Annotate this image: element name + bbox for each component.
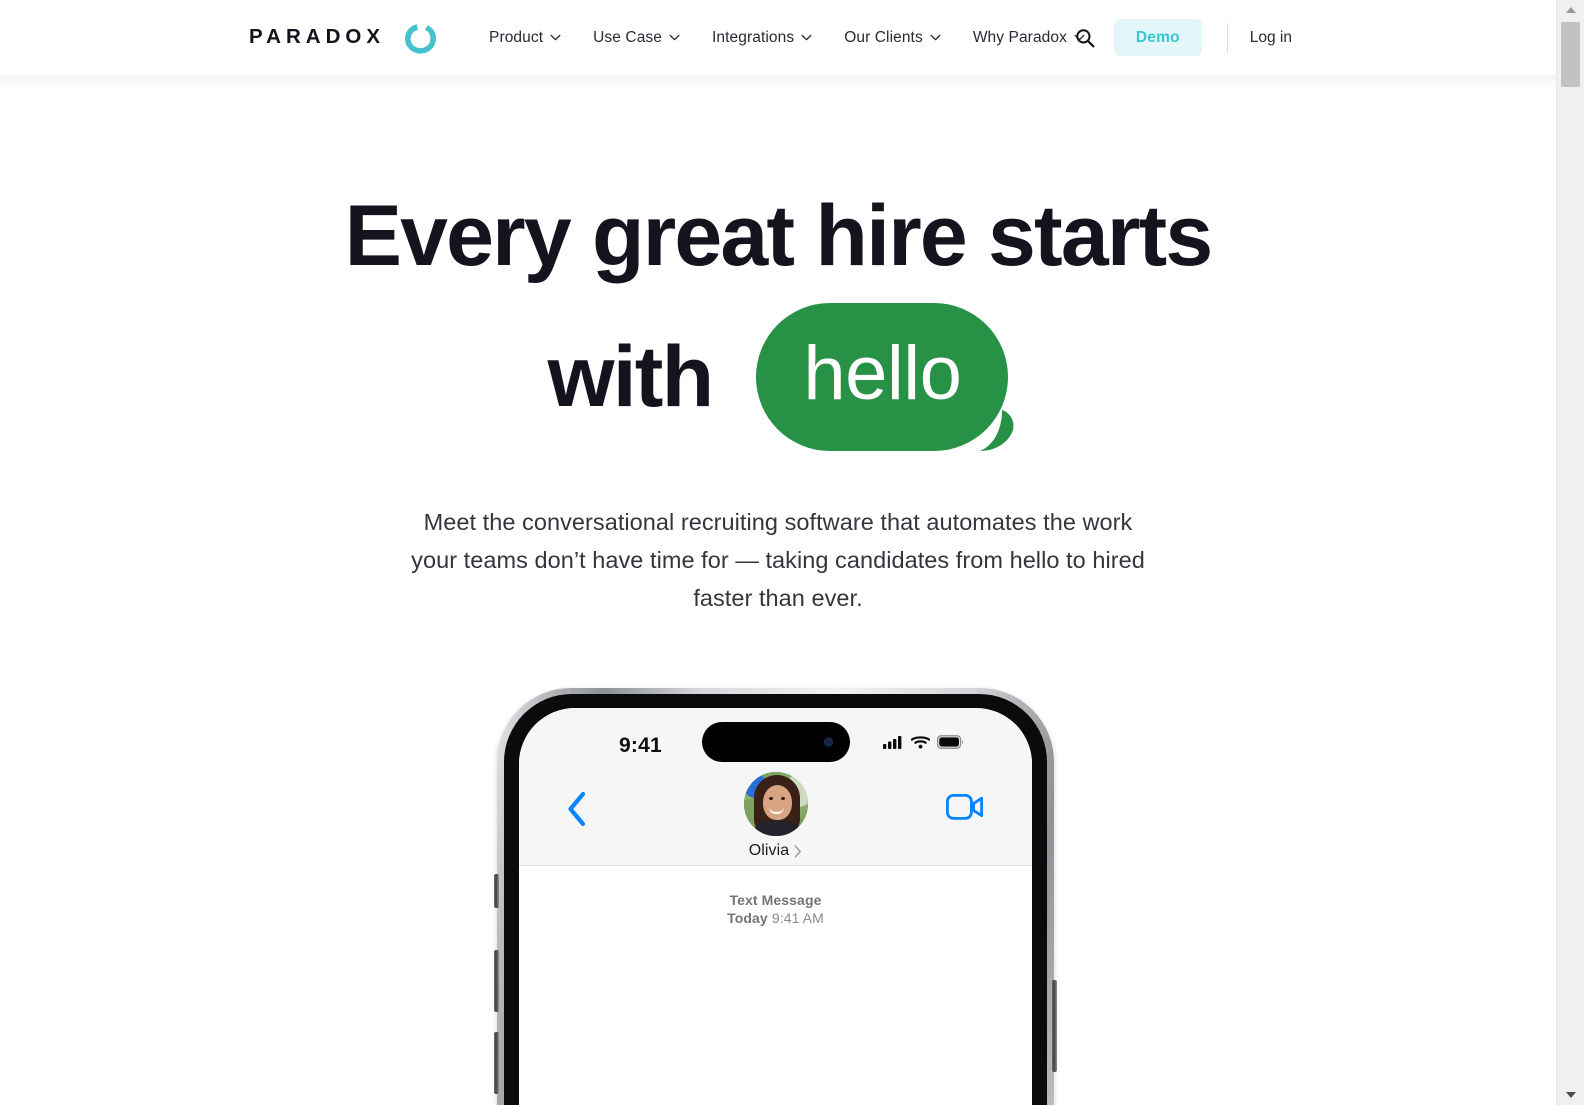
avatar-torso: [750, 821, 803, 836]
hero-section: Every great hire starts with hello Meet …: [0, 75, 1556, 617]
dynamic-island: [701, 722, 850, 762]
brand-logo[interactable]: PARADOX: [249, 18, 437, 57]
header-inner: PARADOX Product Use Case Integrations Ou…: [249, 0, 1556, 75]
scroll-up-arrow-icon[interactable]: [1557, 0, 1584, 20]
phone-screen: 9:41 Olivia Text Message Today 9:41 AM: [519, 708, 1032, 1105]
avatar: [743, 772, 808, 836]
headline-with-word: with: [547, 329, 715, 425]
chevron-down-icon: [801, 34, 812, 41]
search-button[interactable]: [1065, 18, 1105, 58]
ios-conversation-header: Olivia: [519, 766, 1032, 866]
browser-viewport: PARADOX Product Use Case Integrations Ou…: [0, 0, 1584, 1105]
contact-name-row: Olivia: [749, 842, 803, 860]
avatar-face: [762, 785, 792, 820]
brand-wordmark: PARADOX: [249, 25, 385, 49]
header-divider: [1226, 22, 1228, 53]
nav-item-use-case[interactable]: Use Case: [577, 0, 696, 75]
nav-item-label: Product: [489, 28, 544, 46]
nav-item-label: Integrations: [711, 28, 795, 46]
wifi-icon: [911, 736, 930, 749]
hello-bubble-text: hello: [803, 331, 962, 416]
paradox-ring-logo-icon: [393, 19, 437, 57]
scroll-down-arrow-icon[interactable]: [1557, 1085, 1584, 1105]
ios-status-bar: 9:41: [519, 708, 1032, 766]
nav-item-integrations[interactable]: Integrations: [696, 0, 828, 75]
message-stamp-time: 9:41 AM: [771, 909, 824, 926]
status-bar-indicators: [883, 735, 964, 749]
nav-item-label: Our Clients: [844, 28, 923, 46]
chevron-down-icon: [669, 34, 680, 41]
phone-bezel: 9:41 Olivia Text Message Today 9:41 AM: [504, 694, 1047, 1105]
contact-name: Olivia: [748, 842, 790, 859]
iphone-mockup: 9:41 Olivia Text Message Today 9:41 AM: [494, 688, 1057, 1105]
page-scrollbar[interactable]: [1556, 0, 1584, 1105]
login-link[interactable]: Log in: [1250, 29, 1292, 47]
battery-full-icon: [937, 735, 964, 749]
bubble-tail-icon: [980, 410, 1026, 452]
page-title: Every great hire starts with hello: [0, 75, 1556, 451]
headline-line-2: with hello: [0, 303, 1556, 451]
search-icon: [1076, 28, 1095, 47]
power-button[interactable]: [1052, 980, 1057, 1072]
message-timestamp: Text Message Today 9:41 AM: [519, 892, 1032, 927]
nav-item-our-clients[interactable]: Our Clients: [828, 0, 957, 75]
nav-item-label: Why Paradox: [972, 28, 1067, 46]
message-stamp-label: Text Message: [729, 892, 822, 908]
header-actions: Demo Log in: [1065, 0, 1292, 75]
avatar-eye-left: [768, 797, 773, 800]
site-header: PARADOX Product Use Case Integrations Ou…: [0, 0, 1556, 75]
headline-line-1: Every great hire starts: [344, 188, 1214, 284]
cellular-signal-icon: [883, 736, 902, 749]
volume-up-button[interactable]: [494, 950, 499, 1012]
status-bar-time: 9:41: [619, 734, 662, 757]
chevron-right-icon: [794, 844, 802, 858]
scrollbar-thumb[interactable]: [1561, 22, 1580, 87]
front-camera-icon: [823, 737, 833, 747]
demo-button[interactable]: Demo: [1113, 19, 1202, 56]
hero-subheading: Meet the conversational recruiting softw…: [411, 509, 1145, 612]
message-stamp-day: Today: [727, 909, 768, 926]
page-content: PARADOX Product Use Case Integrations Ou…: [0, 0, 1556, 1105]
nav-item-product[interactable]: Product: [473, 0, 577, 75]
video-camera-icon[interactable]: [945, 793, 984, 825]
nav-item-label: Use Case: [593, 28, 662, 46]
contact-header[interactable]: Olivia: [743, 772, 808, 860]
chevron-down-icon: [550, 34, 561, 41]
hello-message-bubble: hello: [756, 303, 1014, 451]
silent-switch[interactable]: [494, 874, 499, 908]
ios-conversation-body: Text Message Today 9:41 AM: [519, 866, 1032, 927]
avatar-eye-right: [780, 797, 785, 800]
chevron-down-icon: [930, 34, 941, 41]
volume-down-button[interactable]: [494, 1032, 499, 1094]
back-chevron-icon[interactable]: [567, 791, 587, 831]
